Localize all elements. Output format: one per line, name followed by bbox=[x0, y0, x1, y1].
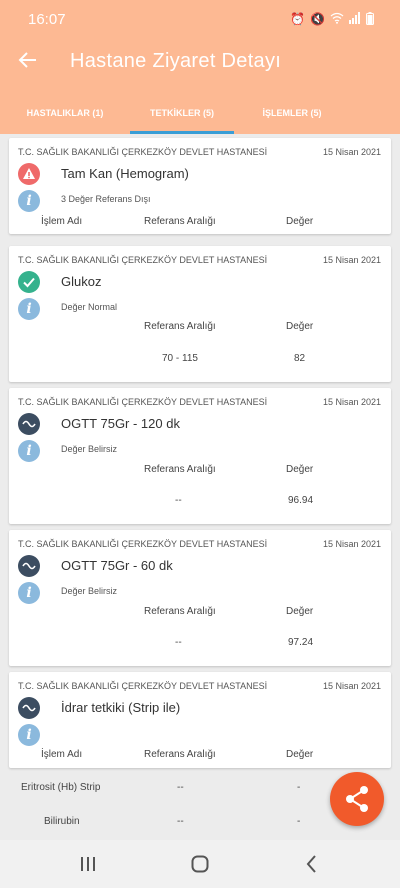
test-value: 82 bbox=[294, 353, 306, 364]
row-reference: -- bbox=[177, 816, 184, 827]
info-icon[interactable]: i bbox=[18, 298, 40, 320]
test-card[interactable]: T.C. SAĞLIK BAKANLIĞI ÇERKEZKÖY DEVLET H… bbox=[9, 530, 391, 666]
test-status: Değer Normal bbox=[61, 302, 118, 312]
test-name: Glukoz bbox=[61, 274, 102, 289]
test-name: İdrar tetkiki (Strip ile) bbox=[61, 700, 181, 715]
column-header-reference: Referans Aralığı bbox=[144, 749, 216, 760]
hospital-name: T.C. SAĞLIK BAKANLIĞI ÇERKEZKÖY DEVLET H… bbox=[18, 397, 268, 407]
row-name: Bilirubin bbox=[44, 816, 80, 827]
column-header-value: Değer bbox=[286, 464, 314, 475]
check-icon bbox=[18, 271, 40, 293]
tab-hastaliklar[interactable]: HASTALIKLAR (1) bbox=[0, 100, 130, 134]
test-card[interactable]: T.C. SAĞLIK BAKANLIĞI ÇERKEZKÖY DEVLET H… bbox=[9, 672, 391, 768]
wave-icon bbox=[18, 413, 40, 435]
column-header-islem: İşlem Adı bbox=[41, 216, 83, 227]
page-title: Hastane Ziyaret Detayı bbox=[70, 50, 282, 72]
info-icon[interactable]: i bbox=[18, 582, 40, 604]
column-header-reference: Referans Aralığı bbox=[144, 464, 216, 475]
test-name: Tam Kan (Hemogram) bbox=[61, 166, 189, 181]
row-reference: -- bbox=[177, 782, 184, 793]
app-bar: Hastane Ziyaret Detayı HASTALIKLAR (1) T… bbox=[0, 36, 400, 134]
info-icon[interactable]: i bbox=[18, 724, 40, 746]
status-time: 16:07 bbox=[28, 11, 66, 28]
test-status: Değer Belirsiz bbox=[61, 586, 118, 596]
wifi-icon bbox=[330, 12, 344, 28]
reference-range: -- bbox=[175, 495, 182, 506]
test-value: 96.94 bbox=[288, 495, 314, 506]
hospital-name: T.C. SAĞLIK BAKANLIĞI ÇERKEZKÖY DEVLET H… bbox=[18, 539, 268, 549]
test-value: 97.24 bbox=[288, 637, 314, 648]
column-header-reference: Referans Aralığı bbox=[144, 321, 216, 332]
test-status: Değer Belirsiz bbox=[61, 444, 118, 454]
tab-tetkikler[interactable]: TETKİKLER (5) bbox=[130, 100, 234, 134]
test-card[interactable]: T.C. SAĞLIK BAKANLIĞI ÇERKEZKÖY DEVLET H… bbox=[9, 246, 391, 382]
row-value: - bbox=[297, 816, 301, 827]
test-list[interactable]: T.C. SAĞLIK BAKANLIĞI ÇERKEZKÖY DEVLET H… bbox=[0, 134, 400, 840]
hospital-name: T.C. SAĞLIK BAKANLIĞI ÇERKEZKÖY DEVLET H… bbox=[18, 147, 268, 157]
tab-bar: HASTALIKLAR (1) TETKİKLER (5) İŞLEMLER (… bbox=[0, 100, 400, 134]
visit-date: 15 Nisan 2021 bbox=[322, 681, 381, 691]
test-card[interactable]: T.C. SAĞLIK BAKANLIĞI ÇERKEZKÖY DEVLET H… bbox=[9, 138, 391, 234]
signal-icon bbox=[349, 12, 361, 28]
visit-date: 15 Nisan 2021 bbox=[322, 147, 381, 157]
test-name: OGTT 75Gr - 120 dk bbox=[61, 416, 180, 431]
info-icon[interactable]: i bbox=[18, 440, 40, 462]
visit-date: 15 Nisan 2021 bbox=[322, 397, 381, 407]
test-card[interactable]: T.C. SAĞLIK BAKANLIĞI ÇERKEZKÖY DEVLET H… bbox=[9, 388, 391, 524]
battery-icon bbox=[366, 12, 374, 28]
column-header-islem: İşlem Adı bbox=[41, 749, 83, 760]
hospital-name: T.C. SAĞLIK BAKANLIĞI ÇERKEZKÖY DEVLET H… bbox=[18, 681, 268, 691]
wave-icon bbox=[18, 697, 40, 719]
status-icons: ⏰ 🔇 bbox=[290, 12, 374, 28]
recents-icon[interactable] bbox=[76, 852, 100, 876]
wave-icon bbox=[18, 555, 40, 577]
back-icon[interactable] bbox=[300, 852, 324, 876]
test-status: 3 Değer Referans Dışı bbox=[61, 194, 151, 204]
column-header-value: Değer bbox=[286, 321, 314, 332]
column-header-value: Değer bbox=[286, 749, 314, 760]
hospital-name: T.C. SAĞLIK BAKANLIĞI ÇERKEZKÖY DEVLET H… bbox=[18, 255, 268, 265]
share-icon bbox=[346, 786, 368, 812]
share-button[interactable] bbox=[330, 772, 384, 826]
test-name: OGTT 75Gr - 60 dk bbox=[61, 558, 173, 573]
back-arrow-icon[interactable] bbox=[14, 46, 42, 74]
reference-range: -- bbox=[175, 637, 182, 648]
status-bar: 16:07 ⏰ 🔇 bbox=[0, 0, 400, 36]
system-nav-bar bbox=[0, 840, 400, 888]
alarm-icon: ⏰ bbox=[290, 12, 306, 26]
column-header-reference: Referans Aralığı bbox=[144, 216, 216, 227]
reference-range: 70 - 115 bbox=[162, 353, 198, 364]
mute-icon: 🔇 bbox=[310, 12, 325, 26]
home-icon[interactable] bbox=[188, 852, 212, 876]
column-header-reference: Referans Aralığı bbox=[144, 606, 216, 617]
column-header-value: Değer bbox=[286, 606, 314, 617]
row-value: - bbox=[297, 782, 301, 793]
row-name: Eritrosit (Hb) Strip bbox=[21, 782, 101, 793]
tab-islemler[interactable]: İŞLEMLER (5) bbox=[234, 100, 400, 134]
column-header-value: Değer bbox=[286, 216, 314, 227]
info-icon[interactable]: i bbox=[18, 190, 40, 212]
visit-date: 15 Nisan 2021 bbox=[322, 539, 381, 549]
warning-icon bbox=[18, 163, 40, 185]
visit-date: 15 Nisan 2021 bbox=[322, 255, 381, 265]
